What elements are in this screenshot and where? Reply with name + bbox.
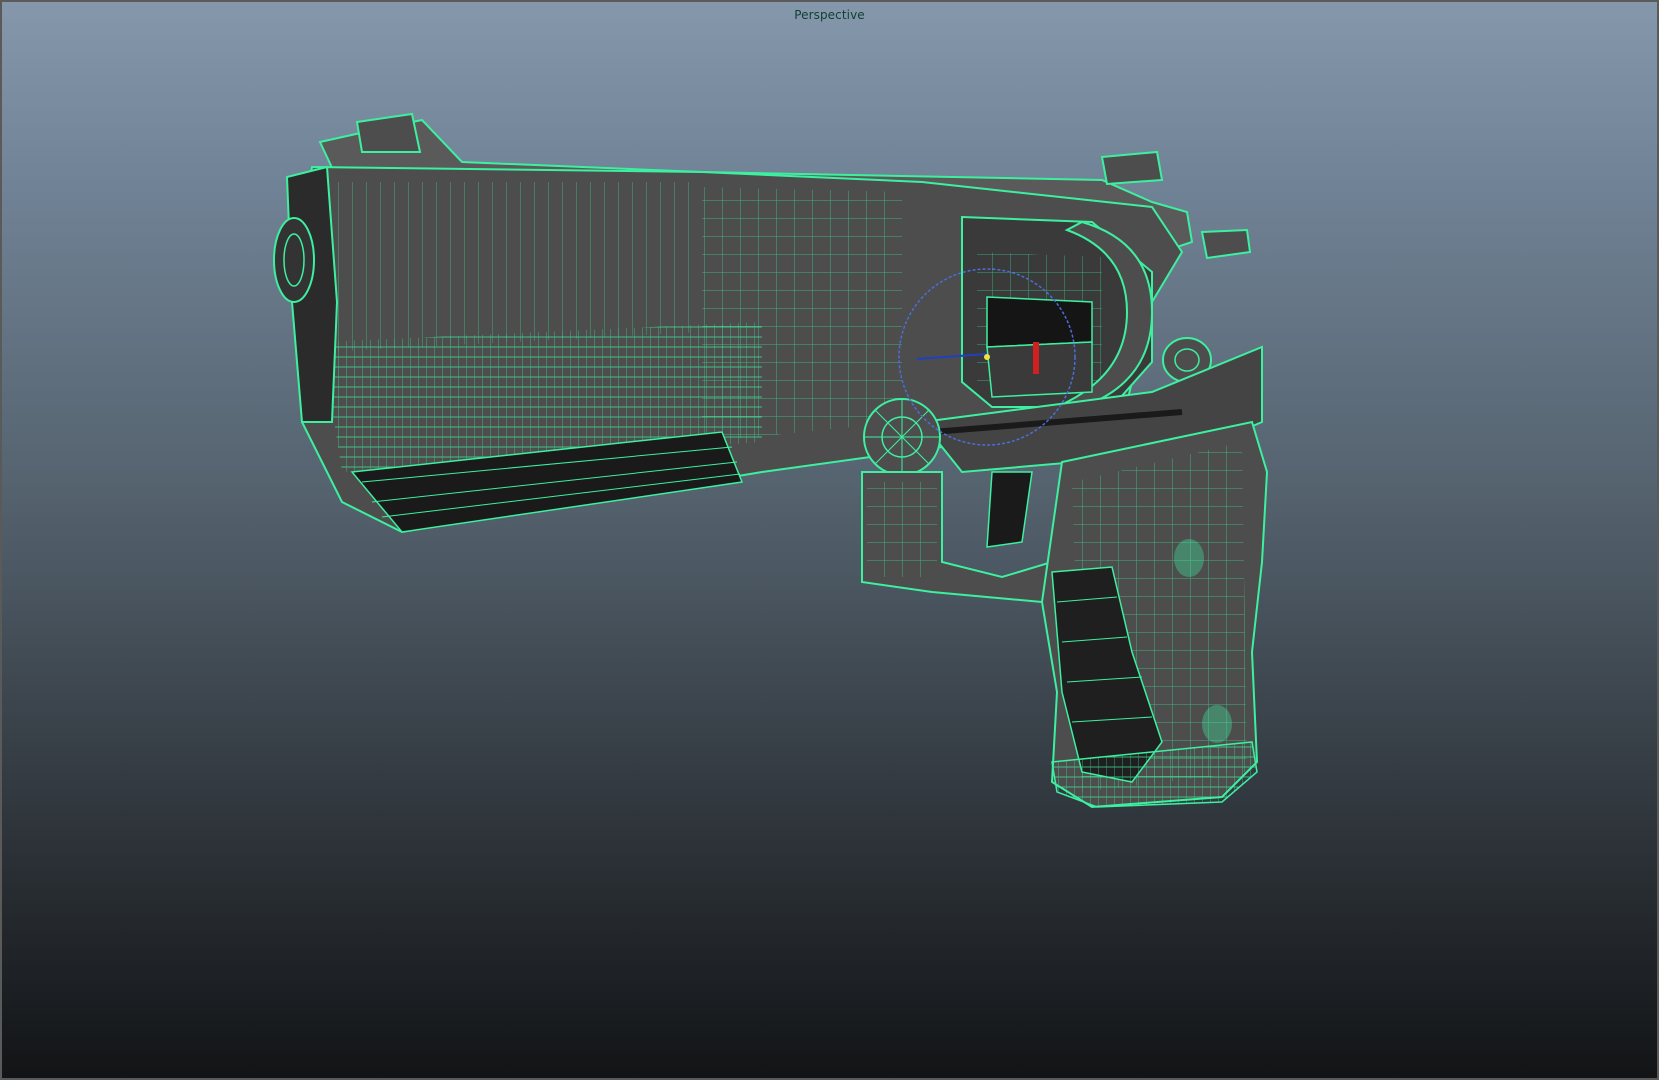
muzzle-ring[interactable] bbox=[273, 217, 315, 303]
pistol-model-icon[interactable] bbox=[273, 112, 1269, 809]
grip-screw-lower[interactable] bbox=[1202, 705, 1232, 743]
model-canvas[interactable] bbox=[2, 2, 1659, 1080]
rear-sight[interactable] bbox=[1100, 150, 1164, 186]
cylinder-chamber[interactable] bbox=[986, 296, 1093, 348]
grip-screw-upper[interactable] bbox=[1174, 539, 1204, 577]
trigger[interactable] bbox=[986, 471, 1033, 548]
front-sight[interactable] bbox=[355, 112, 422, 153]
perspective-viewport[interactable]: Perspective bbox=[0, 0, 1659, 1080]
hammer[interactable] bbox=[1200, 228, 1252, 260]
manipulator-y-axis[interactable] bbox=[1033, 342, 1039, 374]
